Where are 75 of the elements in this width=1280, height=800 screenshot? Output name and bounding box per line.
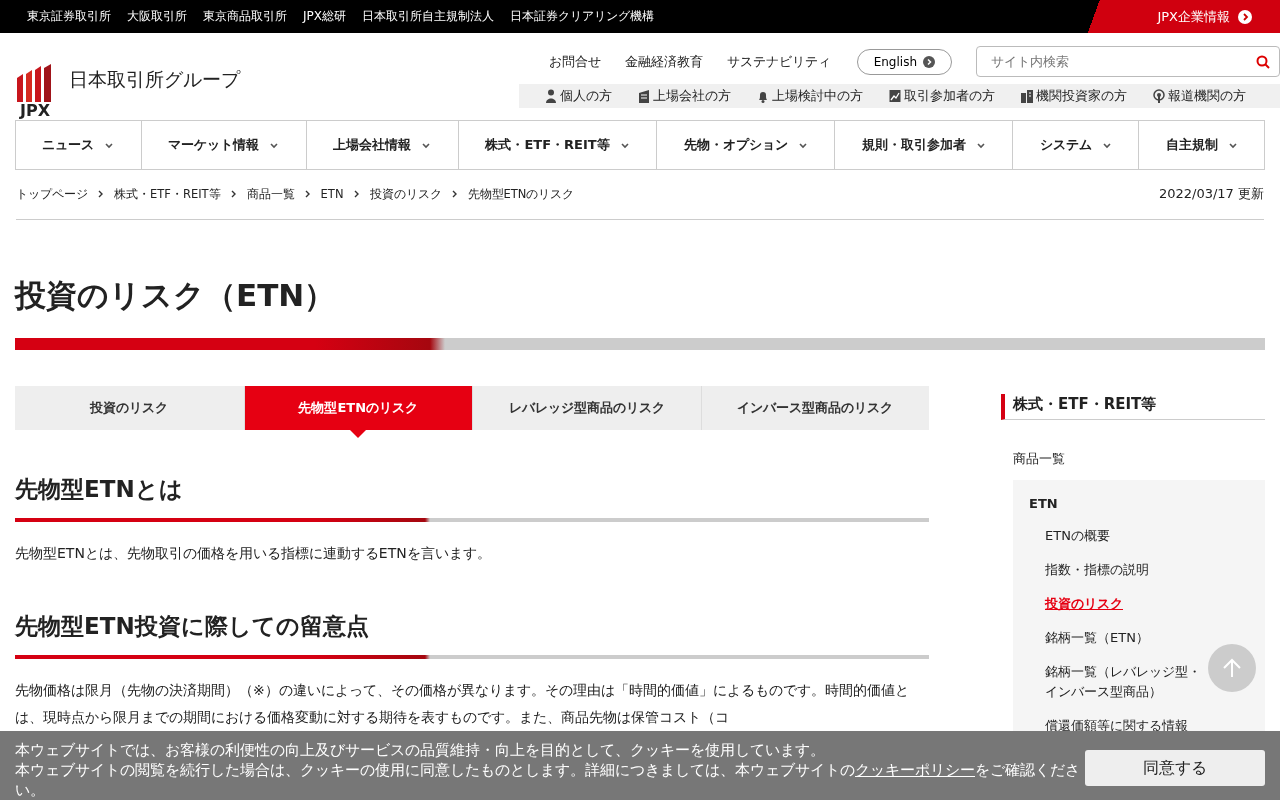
chevron-down-icon <box>269 141 280 150</box>
nav-menu-item[interactable]: 自主規制 <box>1138 121 1265 169</box>
chart-icon <box>889 89 901 103</box>
phone-icon <box>1021 89 1033 103</box>
nav-menu-item[interactable]: 規則・取引参加者 <box>834 121 1013 169</box>
breadcrumb-link[interactable]: ETN <box>320 187 344 202</box>
audience-link[interactable]: 機関投資家の方 <box>1021 87 1127 105</box>
logo-text: JPX <box>20 102 50 121</box>
sidebar-link[interactable]: 商品一覧 <box>1001 419 1265 480</box>
sidebar-link[interactable]: 投資のリスク <box>1045 586 1123 621</box>
breadcrumb-link[interactable]: 先物型ETNのリスク <box>467 186 575 202</box>
arrow-up-icon <box>1223 658 1241 678</box>
sidebar-link[interactable]: ETN <box>1029 487 1058 519</box>
nav-menu-item[interactable]: マーケット情報 <box>140 121 306 169</box>
section-heading: 先物型ETNとは <box>15 474 184 504</box>
language-button[interactable]: English <box>856 48 952 75</box>
audience-link[interactable]: 取引参加者の方 <box>889 87 995 105</box>
audience-link[interactable]: 個人の方 <box>545 87 612 105</box>
sidebar-title: 株式・ETF・REIT等 <box>1001 393 1265 420</box>
chevron-down-icon <box>421 141 432 150</box>
person-icon <box>545 89 557 103</box>
breadcrumb-link[interactable]: 商品一覧 <box>246 186 295 202</box>
paragraph: 先物型ETNとは、先物取引の価格を用いる指標に連動するETNを言います。 <box>15 543 492 563</box>
bell-icon <box>757 89 769 103</box>
arrow-circle-icon <box>923 55 935 68</box>
top-link[interactable]: 東京証券取引所 <box>27 8 111 25</box>
cookie-notice: 本ウェブサイトでは、お客様の利便性の向上及びサービスの品質維持・向上を目的として、クッキーを使用しています。 本ウェブサイトの閲覧を続行した場合は、クッキーの使用に同意したものとします。詳細につきましては、本ウェブサイトのクッキーポリシー をご確認ください。 <box>15 741 1081 800</box>
sidebar-link[interactable]: ETNの概要 <box>1045 518 1110 553</box>
chevron-down-icon <box>619 141 630 150</box>
sidebar-link[interactable]: 指数・指標の説明 <box>1045 552 1149 587</box>
nav-menu-item[interactable]: 上場会社情報 <box>305 121 458 169</box>
chevron-down-icon <box>1101 141 1112 150</box>
update-date: 2022/03/17 更新 <box>1158 185 1264 204</box>
breadcrumb-link[interactable]: 投資のリスク <box>369 186 442 202</box>
search-icon <box>1256 55 1270 69</box>
audience-link[interactable]: 上場検討中の方 <box>757 87 863 105</box>
chevron-down-icon <box>104 141 115 150</box>
chevron-down-icon <box>975 141 986 150</box>
sidebar-link[interactable]: 銘柄一覧（ETN） <box>1045 620 1149 655</box>
utility-link[interactable]: サステナビリティ <box>726 52 831 71</box>
audience-link[interactable]: 上場会社の方 <box>638 87 731 105</box>
nav-menu-item[interactable]: システム <box>1012 121 1138 169</box>
page-title: 投資のリスク（ETN） <box>15 275 337 315</box>
nav-menu-item[interactable]: ニュース <box>15 121 141 169</box>
breadcrumb-link[interactable]: トップページ <box>16 186 88 202</box>
logo-name: 日本取引所グループ <box>69 66 240 92</box>
paragraph: 先物価格は限月（先物の決済期間）（※）の違いによって、その価格が異なります。その理由は「時間的価値」によるものです。時間的価値とは、現時点から限月までの期間における価格変動に対する期待を表すものです。また、商品先物は保管コスト（コ <box>15 680 910 727</box>
top-link[interactable]: 東京商品取引所 <box>203 8 287 25</box>
chevron-right-icon <box>230 190 237 199</box>
top-link[interactable]: 日本証券クリアリング機構 <box>510 8 654 25</box>
chevron-down-icon <box>797 141 808 150</box>
top-link[interactable]: 大阪取引所 <box>127 8 187 25</box>
chevron-right-icon <box>451 190 458 199</box>
chevron-down-icon <box>1227 141 1238 150</box>
tab-pointer <box>350 429 367 438</box>
utility-link[interactable]: 金融経済教育 <box>624 52 703 71</box>
signal-icon <box>1153 89 1165 103</box>
building-icon <box>638 89 650 103</box>
section-heading: 先物型ETN投資に際しての留意点 <box>15 611 370 641</box>
audience-link[interactable]: 報道機関の方 <box>1153 87 1246 105</box>
top-link[interactable]: 日本取引所自主規制法人 <box>362 8 494 25</box>
top-link[interactable]: JPX総研 <box>303 8 346 25</box>
accept-button[interactable]: 同意する <box>1085 750 1265 786</box>
chevron-right-icon <box>304 190 311 199</box>
utility-link[interactable]: お問合せ <box>548 52 601 71</box>
cookie-policy-link[interactable]: クッキーポリシー <box>855 762 975 778</box>
arrow-circle-icon <box>1238 9 1252 24</box>
nav-menu-item[interactable]: 先物・オプション <box>656 121 835 169</box>
chevron-right-icon <box>98 190 104 199</box>
breadcrumb-link[interactable]: 株式・ETF・REIT等 <box>114 186 221 202</box>
corporate-link[interactable]: JPX企業情報 <box>1087 0 1280 33</box>
nav-menu-item[interactable]: 株式・ETF・REIT等 <box>457 121 657 169</box>
sidebar-link[interactable]: 銘柄一覧（レバレッジ型・インバース型商品） <box>1045 654 1211 709</box>
chevron-right-icon <box>353 190 360 199</box>
search-field[interactable]: サイト内検索 <box>976 46 1280 77</box>
